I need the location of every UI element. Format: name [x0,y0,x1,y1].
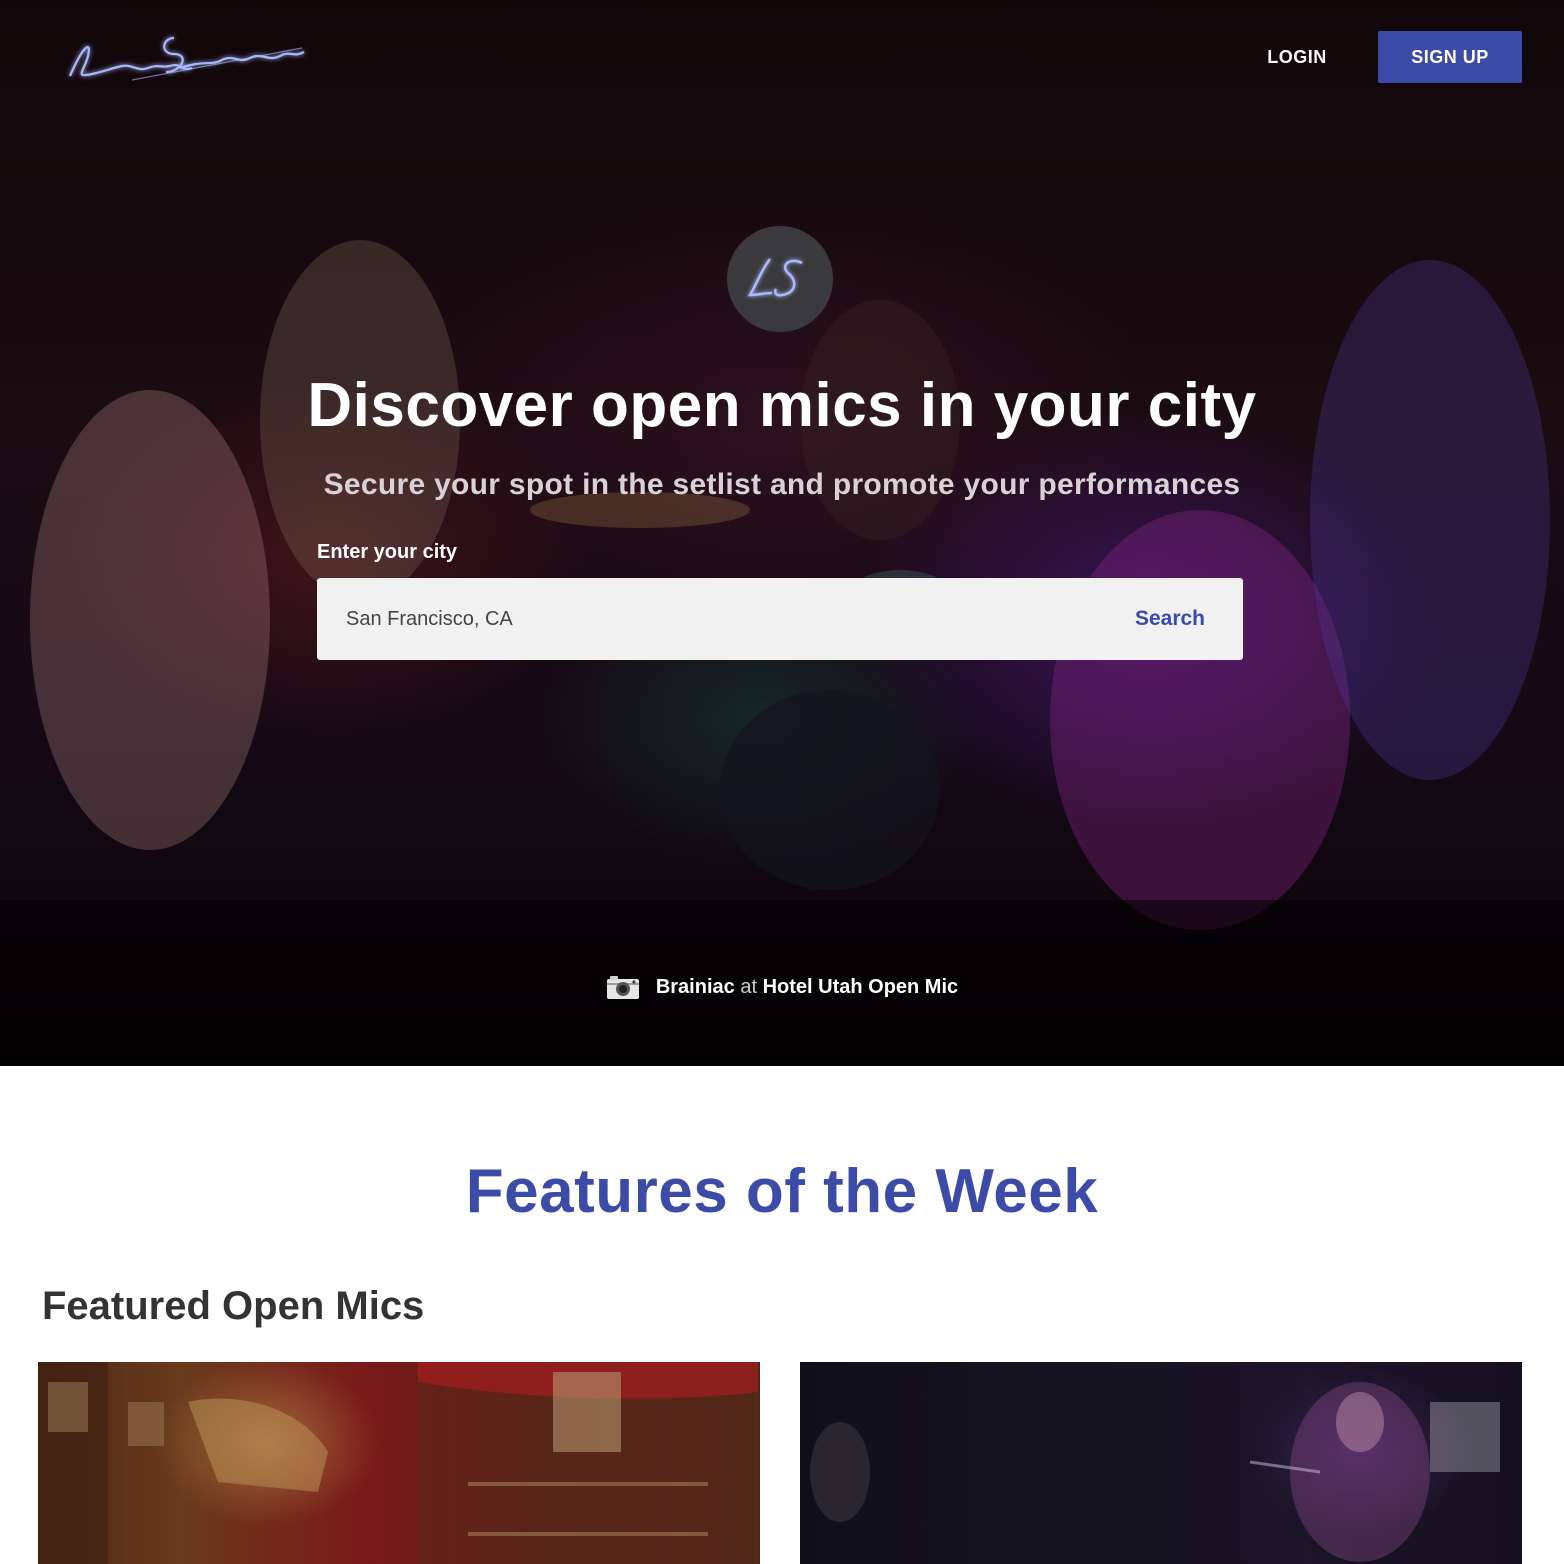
featured-open-mic-card[interactable] [38,1362,760,1564]
camera-icon [606,976,639,999]
featured-open-mics-heading: Featured Open Mics [42,1284,425,1328]
credit-connector: at [740,975,758,998]
city-search-bar: Search [317,578,1243,660]
venue-photo [38,1362,758,1564]
login-link[interactable]: LOGIN [1250,40,1344,74]
venue-photo [800,1362,1522,1564]
signup-button[interactable]: SIGN UP [1378,31,1522,83]
hero-title: Discover open mics in your city [307,371,1257,440]
credit-venue-link[interactable]: Hotel Utah Open Mic [763,976,959,998]
hero-subtitle: Secure your spot in the setlist and prom… [323,468,1241,501]
ls-monogram-badge [727,226,833,332]
photo-credit: Brainiac at Hotel Utah Open Mic [0,974,1564,1000]
ls-monogram-icon [747,258,803,297]
featured-open-mic-card[interactable] [800,1362,1522,1564]
city-input-label: Enter your city [317,541,458,563]
credit-text: Brainiac at Hotel Utah Open Mic [656,976,958,999]
city-search-input[interactable] [317,578,1107,660]
credit-performer-link[interactable]: Brainiac [656,976,735,998]
hero-background-photo [0,0,1564,1066]
brand-logo[interactable] [62,28,312,88]
search-button[interactable]: Search [1135,578,1205,660]
features-title: Features of the Week [465,1157,1099,1226]
hero-section: LOGIN SIGN UP Discover open mics in your… [0,0,1564,1066]
